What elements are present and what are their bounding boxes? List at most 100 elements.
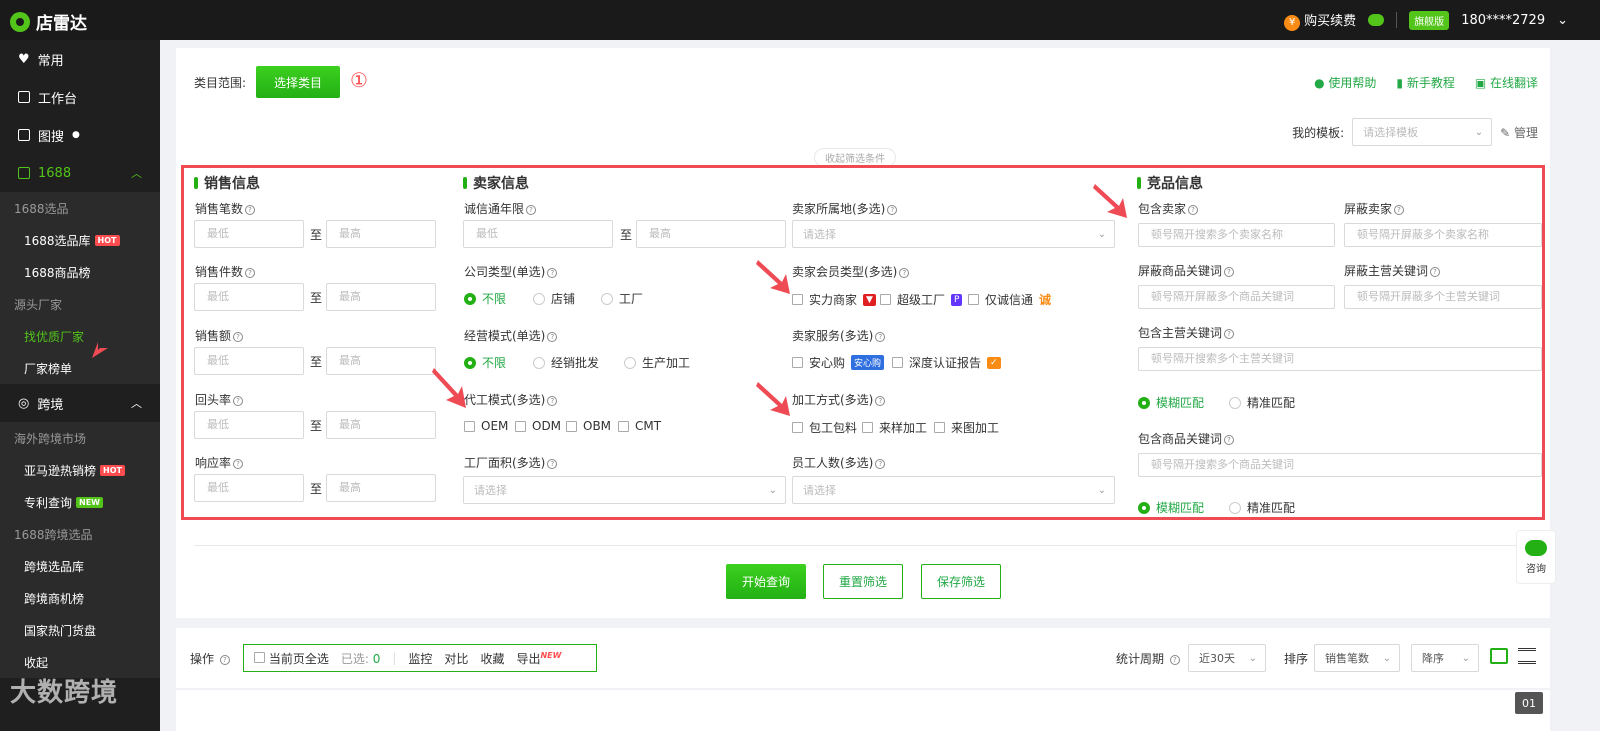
select-all-checkbox[interactable]: 当前页全选 [254, 650, 329, 667]
account-phone[interactable]: 180****2729 [1461, 13, 1545, 28]
include-keyword-fuzzy[interactable]: 模糊匹配 [1138, 499, 1204, 516]
member-strength-checkbox[interactable]: 实力商家 ▼ [792, 291, 876, 308]
sidebar-item-image-search[interactable]: 图搜 ● [0, 116, 160, 154]
block-keyword-input[interactable]: 顿号隔开屏蔽多个商品关键词 [1138, 285, 1335, 309]
anxin-badge: 安心购 [851, 355, 885, 370]
member-super-factory-checkbox[interactable]: 超级工厂 P [880, 291, 963, 308]
globe-icon: ◎ [18, 395, 30, 411]
hot-badge: HOT [94, 234, 120, 246]
section-sales-title: 销售信息 [194, 173, 260, 193]
process-sample-checkbox[interactable]: 来样加工 [862, 419, 927, 436]
service-deep-cert-checkbox[interactable]: 深度认证报告 ✓ [892, 354, 1001, 371]
order-select[interactable]: 降序 ⌄ [1411, 644, 1479, 672]
sales-field-min[interactable]: 最低 [194, 347, 304, 375]
sales-field-min[interactable]: 最低 [194, 474, 304, 502]
obm-checkbox[interactable]: OBM [566, 419, 611, 433]
results-area [176, 690, 1550, 731]
red-arrow-annotation [756, 260, 790, 294]
filter-panel: 类目范围: 选择类目 ① ● 使用帮助 ▮ 新手教程 ▣ 在线翻译 我的模板: … [176, 48, 1550, 618]
sidebar-item-amazon[interactable]: 亚马逊热销榜 HOT [0, 454, 160, 486]
include-keyword-exact[interactable]: 精准匹配 [1229, 499, 1295, 516]
oem-mode-label: 代工模式(多选)? [464, 391, 558, 408]
chevron-down-icon: ⌄ [1097, 485, 1106, 496]
grid-view-icon[interactable] [1490, 648, 1508, 664]
sidebar-item-find-factory[interactable]: 找优质厂家 [0, 320, 160, 352]
service-label: 卖家服务(多选)? [792, 327, 886, 344]
sales-field-max[interactable]: 最高 [326, 220, 436, 248]
include-main-fuzzy[interactable]: 模糊匹配 [1138, 394, 1204, 411]
sidebar-item-factory-rank[interactable]: 厂家榜单 [0, 352, 160, 384]
period-select[interactable]: 近30天 ⌄ [1188, 644, 1266, 672]
sales-field-max[interactable]: 最高 [326, 283, 436, 311]
manage-link[interactable]: ✎ 管理 [1500, 124, 1538, 141]
favorite-button[interactable]: 收藏 [480, 650, 504, 667]
export-button[interactable]: 导出NEW [516, 650, 561, 667]
app-logo[interactable]: 店雷达 [10, 9, 87, 34]
process-drawing-checkbox[interactable]: 来图加工 [934, 419, 999, 436]
sidebar-item-workbench[interactable]: 工作台 [0, 78, 160, 116]
select-category-button[interactable]: 选择类目 [256, 66, 340, 98]
sidebar-item-country-hot[interactable]: 国家热门货盘 [0, 614, 160, 646]
include-main-exact[interactable]: 精准匹配 [1229, 394, 1295, 411]
list-view-icon[interactable] [1518, 648, 1536, 664]
service-anxin-checkbox[interactable]: 安心购 安心购 [792, 354, 885, 371]
sidebar-item-patent[interactable]: 专利查询 NEW [0, 486, 160, 518]
translate-link[interactable]: ▣ 在线翻译 [1475, 74, 1538, 91]
shield-icon: ✓ [987, 356, 1001, 369]
factory-area-select[interactable]: 请选择 ⌄ [463, 476, 786, 504]
save-filter-button[interactable]: 保存筛选 [921, 564, 1001, 599]
staff-select[interactable]: 请选择 ⌄ [792, 476, 1115, 504]
start-search-button[interactable]: 开始查询 [726, 564, 806, 599]
download-cloud-icon[interactable] [1368, 14, 1385, 27]
tutorial-link[interactable]: ▮ 新手教程 [1396, 74, 1454, 91]
cmt-checkbox[interactable]: CMT [618, 419, 661, 433]
red-arrow-annotation [1093, 184, 1127, 218]
chevron-down-icon[interactable]: ⌄ [1557, 13, 1568, 28]
include-main-input[interactable]: 顿号隔开搜索多个主营关键词 [1138, 347, 1542, 371]
consult-button[interactable]: 咨询 [1516, 530, 1556, 584]
staff-label: 员工人数(多选)? [792, 454, 886, 471]
sales-field-max[interactable]: 最高 [326, 411, 436, 439]
buy-renew-link[interactable]: ¥ 购买续费 [1284, 10, 1356, 31]
red-arrow-annotation [432, 368, 466, 408]
template-select[interactable]: 请选择模板 ⌄ [1352, 118, 1493, 146]
sales-field-min[interactable]: 最低 [194, 220, 304, 248]
help-link[interactable]: ● 使用帮助 [1314, 74, 1376, 91]
location-select[interactable]: 请选择 ⌄ [792, 220, 1115, 248]
sidebar-item-cross-library[interactable]: 跨境选品库 [0, 550, 160, 582]
include-keyword-input[interactable]: 顿号隔开搜索多个商品关键词 [1138, 453, 1542, 477]
company-type-any[interactable]: 不限 [464, 290, 506, 307]
company-type-factory[interactable]: 工厂 [601, 290, 643, 307]
company-type-store[interactable]: 店铺 [533, 290, 575, 307]
sidebar-item-cross-border[interactable]: ◎ 跨境 ︿ [0, 384, 160, 422]
biz-mode-production[interactable]: 生产加工 [624, 354, 690, 371]
sales-field-min[interactable]: 最低 [194, 283, 304, 311]
page-indicator[interactable]: 01 [1515, 692, 1543, 714]
sidebar-item-cross-opportunity[interactable]: 跨境商机榜 [0, 582, 160, 614]
monitor-button[interactable]: 监控 [408, 650, 432, 667]
sidebar-item-common[interactable]: ♥ 常用 [0, 40, 160, 78]
strength-icon: ▼ [863, 293, 876, 306]
process-full-checkbox[interactable]: 包工包料 [792, 419, 857, 436]
sidebar-item-1688-library[interactable]: 1688选品库 HOT [0, 224, 160, 256]
sidebar-item-1688-rank[interactable]: 1688商品榜 [0, 256, 160, 288]
block-seller-input[interactable]: 顿号隔开屏蔽多个卖家名称 [1344, 223, 1542, 247]
cert-years-max[interactable]: 最高 [636, 220, 786, 248]
sidebar-item-1688[interactable]: 1688 ︿ [0, 154, 160, 192]
cert-years-min[interactable]: 最低 [463, 220, 613, 248]
reset-filter-button[interactable]: 重置筛选 [823, 564, 903, 599]
include-seller-input[interactable]: 顿号隔开搜索多个卖家名称 [1138, 223, 1335, 247]
chevron-down-icon: ⌄ [1461, 653, 1470, 664]
sort-by-select[interactable]: 销售笔数 ⌄ [1314, 644, 1400, 672]
biz-mode-wholesale[interactable]: 经销批发 [533, 354, 599, 371]
sales-field-max[interactable]: 最高 [326, 347, 436, 375]
biz-mode-any[interactable]: 不限 [464, 354, 506, 371]
compare-button[interactable]: 对比 [444, 650, 468, 667]
member-cert-checkbox[interactable]: 仅诚信通诚 [968, 291, 1051, 308]
odm-checkbox[interactable]: ODM [515, 419, 561, 433]
block-main-input[interactable]: 顿号隔开屏蔽多个主营关键词 [1344, 285, 1542, 309]
sales-field-min[interactable]: 最低 [194, 411, 304, 439]
sales-field-max[interactable]: 最高 [326, 474, 436, 502]
operation-label: 操作 ? [190, 650, 230, 667]
oem-checkbox[interactable]: OEM [464, 419, 508, 433]
